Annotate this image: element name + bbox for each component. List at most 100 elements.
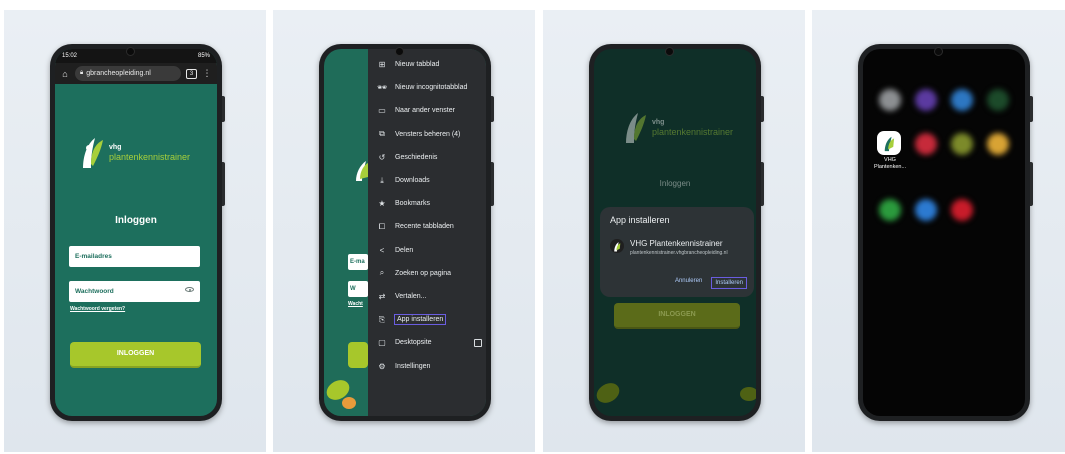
volume-button (222, 96, 225, 122)
camera-notch (126, 47, 135, 56)
plant-logo-icon (83, 138, 103, 168)
tab-switcher-icon[interactable]: 3 (186, 68, 197, 79)
volume-button (761, 96, 764, 122)
menu-item-other-window[interactable]: ▭ Naar ander venster (368, 99, 486, 122)
desktop-site-checkbox[interactable] (474, 338, 482, 347)
plus-square-icon: ⊞ (378, 60, 386, 70)
leaf-decoration (594, 379, 623, 407)
brand-small: vhg (652, 119, 665, 126)
brand-logo-dimmed: vhg plantenkennistrainer (622, 109, 752, 149)
menu-item-install-app[interactable]: ⎘ App installeren (368, 308, 486, 331)
status-time: 15:02 (62, 53, 78, 59)
blurred-app-icon (951, 133, 973, 155)
vhg-app-icon[interactable] (877, 131, 901, 155)
menu-item-share[interactable]: < Delen (368, 239, 486, 262)
blurred-app-icon (879, 199, 901, 221)
email-field[interactable]: E-mailadres (69, 246, 200, 267)
blurred-app-icon (915, 89, 937, 111)
address-bar[interactable]: 🔒︎ gbrancheopleiding.nl (75, 66, 181, 81)
recent-tabs-icon: ⧠ (378, 221, 386, 231)
dialog-actions: Annuleren Installeren (675, 277, 747, 289)
browser-toolbar: ⌂ 🔒︎ gbrancheopleiding.nl 3 ⋮ (55, 63, 217, 84)
cancel-button[interactable]: Annuleren (675, 278, 702, 288)
install-button[interactable]: Installeren (711, 277, 747, 289)
plant-logo-icon (356, 161, 368, 181)
overflow-menu-icon[interactable]: ⋮ (202, 68, 212, 79)
window-icon: ▭ (378, 106, 386, 116)
page-title-dimmed: Inloggen (659, 179, 691, 188)
desktop-icon: ▢ (378, 338, 386, 348)
app-name: VHG Plantenkennistrainer (630, 239, 723, 248)
app-url: plantenkennistrainer.vhgbrancheopleiding… (630, 250, 728, 256)
eye-icon[interactable] (185, 287, 194, 292)
flower-decoration (342, 397, 356, 409)
step-4-panel: VHG Plantenken... (812, 10, 1065, 452)
vhg-app-label: VHG Plantenken... (873, 157, 907, 170)
star-icon: ★ (378, 199, 386, 209)
leaf-decoration (740, 387, 756, 401)
password-field[interactable]: Wachtwoord (69, 281, 200, 302)
find-in-page-icon: ⌕ (379, 268, 385, 278)
phone-screen-home: VHG Plantenken... (863, 49, 1025, 416)
download-icon: ⤓ (380, 175, 384, 185)
step-2-panel: E-ma W Wacht ⊞ Nieuw tabblad 🕶︎ Nieuw inco… (273, 10, 535, 452)
camera-notch (934, 47, 943, 56)
power-button (1030, 162, 1033, 206)
plant-logo-icon (626, 113, 646, 143)
history-icon: ↺ (378, 152, 386, 162)
blurred-app-icon (951, 89, 973, 111)
page-title: Inloggen (115, 215, 157, 226)
address-text: gbrancheopleiding.nl (86, 70, 151, 77)
menu-item-incognito[interactable]: 🕶︎ Nieuw incognitotabblad (368, 76, 486, 99)
windows-icon: ⧉ (379, 129, 385, 139)
brand-logo: vhg plantenkennistrainer (79, 134, 209, 174)
forgot-password-link[interactable]: Wachtwoord vergeten? (70, 306, 125, 312)
power-button (491, 162, 494, 206)
brand-name: plantenkennistrainer (652, 127, 734, 137)
blurred-app-icon (951, 199, 973, 221)
brand-small: vhg (109, 144, 122, 151)
login-button[interactable]: INLOGGEN (70, 342, 201, 368)
share-icon: < (379, 245, 385, 255)
login-button-fragment (348, 342, 368, 368)
phone-frame: vhg plantenkennistrainer Inloggen INLOGG… (589, 44, 764, 421)
install-app-icon: ⎘ (378, 314, 386, 324)
browser-overflow-menu: ⊞ Nieuw tabblad 🕶︎ Nieuw incognitotabblad … (368, 49, 486, 416)
login-button-dimmed: INLOGGEN (614, 303, 740, 329)
camera-notch (395, 47, 404, 56)
plant-logo-icon (884, 136, 895, 151)
password-placeholder: Wachtwoord (75, 288, 114, 295)
menu-item-new-tab[interactable]: ⊞ Nieuw tabblad (368, 53, 486, 76)
phone-screen-menu: E-ma W Wacht ⊞ Nieuw tabblad 🕶︎ Nieuw inco… (324, 49, 486, 416)
volume-button (1030, 96, 1033, 122)
install-app-dialog: App installeren VHG Plantenkennistrainer… (600, 207, 754, 297)
blurred-app-icon (915, 199, 937, 221)
menu-item-translate[interactable]: ⇄ Vertalen... (368, 285, 486, 308)
blurred-app-icon (987, 133, 1009, 155)
phone-screen-install-dialog: vhg plantenkennistrainer Inloggen INLOGG… (594, 49, 756, 416)
menu-item-settings[interactable]: ⚙ Instellingen (368, 354, 486, 377)
app-info: VHG Plantenkennistrainer plantenkennistr… (610, 239, 740, 257)
password-field-fragment: W (348, 281, 368, 297)
menu-item-find-in-page[interactable]: ⌕ Zoeken op pagina (368, 262, 486, 285)
volume-button (491, 96, 494, 122)
menu-item-history[interactable]: ↺ Geschiedenis (368, 146, 486, 169)
phone-frame: E-ma W Wacht ⊞ Nieuw tabblad 🕶︎ Nieuw inco… (319, 44, 494, 421)
menu-item-manage-windows[interactable]: ⧉ Vensters beheren (4) (368, 123, 486, 146)
camera-notch (665, 47, 674, 56)
lock-icon: 🔒︎ (80, 70, 84, 76)
phone-screen-login: 15:02 85% ⌂ 🔒︎ gbrancheopleiding.nl 3 ⋮ (55, 49, 217, 416)
incognito-icon: 🕶︎ (377, 83, 388, 93)
menu-item-desktop-site[interactable]: ▢ Desktopsite (368, 331, 486, 354)
power-button (222, 162, 225, 206)
menu-item-downloads[interactable]: ⤓ Downloads (368, 169, 486, 192)
menu-item-bookmarks[interactable]: ★ Bookmarks (368, 192, 486, 215)
menu-item-recent-tabs[interactable]: ⧠ Recente tabbladen (368, 215, 486, 238)
status-bar: 15:02 85% (55, 49, 217, 63)
dialog-title: App installeren (610, 215, 670, 225)
blurred-app-icon (987, 89, 1009, 111)
home-icon[interactable]: ⌂ (60, 69, 70, 79)
settings-icon: ⚙ (378, 361, 386, 371)
blurred-app-icon (879, 89, 901, 111)
phone-frame: VHG Plantenken... (858, 44, 1033, 421)
